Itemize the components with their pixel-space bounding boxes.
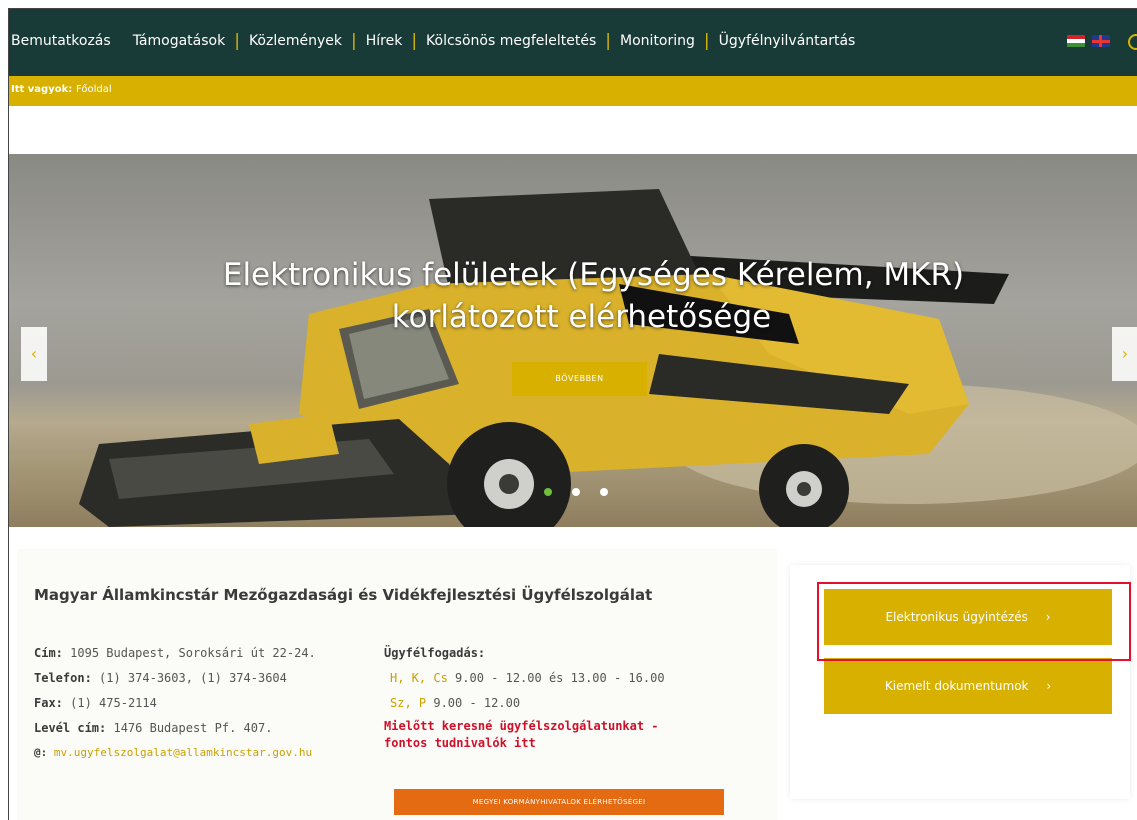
hours-days-2: Sz, P [390,696,427,710]
warning-link-line2[interactable]: fontos tudnivalók itt [384,736,536,750]
slide-dot-3[interactable] [600,488,608,496]
nav-menu: Bemutatkozás Támogatások | Közlemények |… [11,31,856,51]
nav-item-monitoring[interactable]: Monitoring [620,33,695,49]
slide-title-line2: korlátozott elérhetősége [391,299,772,335]
nav-item-kozlemenyek[interactable]: Közlemények [249,33,342,49]
breadcrumb: Itt vagyok: Főoldal [9,76,1137,106]
nav-item-bemutatkozas[interactable]: Bemutatkozás [11,33,111,49]
language-switcher [1067,35,1110,47]
read-more-button[interactable]: BŐVEBBEN [512,362,647,396]
hero-slider: Elektronikus felületek (Egységes Kérelem… [9,154,1137,527]
mail-value: 1476 Budapest Pf. 407. [113,721,273,735]
mail-line: Levél cím: 1476 Budapest Pf. 407. [34,721,272,735]
featured-documents-label: Kiemelt dokumentumok [884,679,1029,693]
uk-flag-icon[interactable] [1092,35,1110,47]
top-navigation: Bemutatkozás Támogatások | Közlemények |… [9,9,1137,76]
arrow-right-icon: › [1046,679,1052,693]
address-label: Cím: [34,646,63,660]
slide-indicators [544,488,608,496]
fax-value: (1) 475-2114 [70,696,157,710]
hungarian-flag-icon[interactable] [1067,35,1085,47]
county-offices-button[interactable]: MEGYEI KORMÁNYHIVATALOK ELÉRHETŐSÉGEI [394,789,724,815]
hours-line-2: Sz, P 9.00 - 12.00 [390,696,520,710]
nav-item-tamogatasok[interactable]: Támogatások [133,33,226,49]
nav-separator: | [350,31,357,51]
phone-value: (1) 374-3603, (1) 374-3604 [99,671,287,685]
hours-days-1: H, K, Cs [390,671,448,685]
hours-heading: Ügyfélfogadás: [384,646,485,660]
breadcrumb-label: Itt vagyok: [11,84,73,95]
fax-label: Fax: [34,696,63,710]
service-title: Magyar Államkincstár Mezőgazdasági és Vi… [34,586,653,604]
hours-value-2: 9.00 - 12.00 [433,696,521,710]
nav-separator: | [703,31,710,51]
highlight-annotation-box [817,582,1131,661]
phone-line: Telefon: (1) 374-3603, (1) 374-3604 [34,671,287,685]
chevron-left-icon[interactable]: ‹ [21,327,47,381]
combine-harvester-image [79,189,1137,527]
address-value: 1095 Budapest, Soroksári út 22-24. [70,646,316,660]
nav-item-hirek[interactable]: Hírek [366,33,403,49]
slide-title-line1: Elektronikus felületek (Egységes Kérelem… [222,257,965,293]
featured-documents-button[interactable]: Kiemelt dokumentumok › [824,658,1112,714]
chevron-right-icon[interactable]: › [1112,327,1137,381]
slide-title: Elektronikus felületek (Egységes Kérelem… [9,254,1137,338]
hours-label: Ügyfélfogadás: [384,646,486,660]
nav-item-ugyfelnyilvantartas[interactable]: Ügyfélnyilvántartás [719,33,856,49]
email-label: @: [34,746,48,759]
email-line: @: mv.ugyfelszolgalat@allamkincstar.gov.… [34,746,312,759]
slide-dot-1[interactable] [544,488,552,496]
user-icon[interactable] [1128,34,1137,50]
fax-line: Fax: (1) 475-2114 [34,696,157,710]
phone-label: Telefon: [34,671,92,685]
hours-value-1: 9.00 - 12.00 és 13.00 - 16.00 [455,671,665,685]
mail-label: Levél cím: [34,721,107,735]
hours-line-1: H, K, Cs 9.00 - 12.00 és 13.00 - 16.00 [390,671,665,685]
slide-dot-2[interactable] [572,488,580,496]
nav-separator: | [411,31,418,51]
breadcrumb-home-link[interactable]: Főoldal [76,84,112,95]
address-line: Cím: 1095 Budapest, Soroksári út 22-24. [34,646,316,660]
warning-link-line1[interactable]: Mielőtt keresné ügyfélszolgálatunkat - [384,719,659,733]
browser-viewport: Bemutatkozás Támogatások | Közlemények |… [8,8,1137,820]
nav-item-kolcsonos-megfeleltetes[interactable]: Kölcsönös megfeleltetés [426,33,596,49]
email-link[interactable]: mv.ugyfelszolgalat@allamkincstar.gov.hu [54,746,312,759]
nav-separator: | [234,31,240,51]
nav-separator: | [605,31,612,51]
